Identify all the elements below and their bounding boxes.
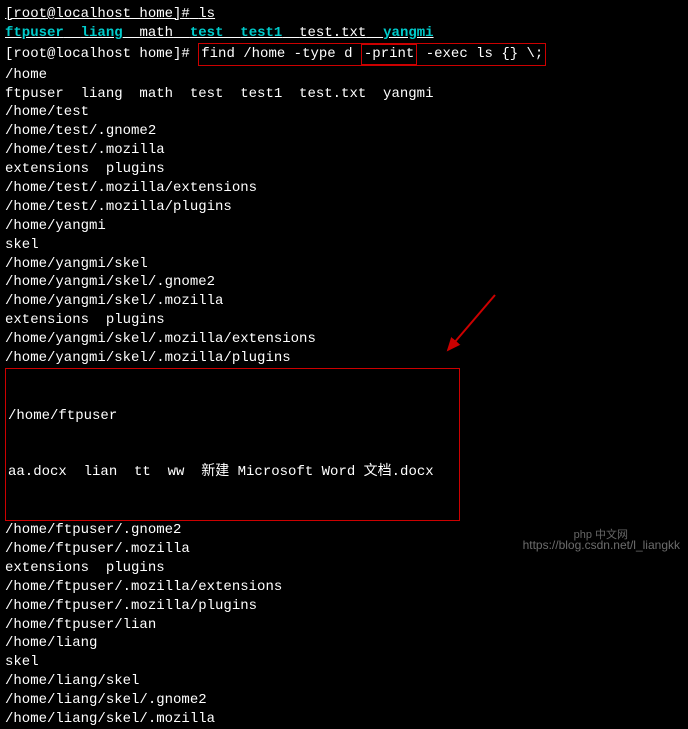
out-line: skel	[5, 236, 683, 255]
out-line: /home/test	[5, 103, 683, 122]
out-line: /home/liang/skel/.gnome2	[5, 691, 683, 710]
out-line: extensions plugins	[5, 311, 683, 330]
prompt-line-1: [root@localhost home]# ls	[5, 5, 683, 24]
file-math: math	[139, 25, 173, 41]
dir-liang: liang	[81, 25, 123, 41]
out-line: /home/liang/skel/.mozilla	[5, 710, 683, 729]
out-line: /home/yangmi/skel/.mozilla	[5, 292, 683, 311]
out-line: /home/test/.mozilla/extensions	[5, 179, 683, 198]
out-line: /home/liang/skel	[5, 672, 683, 691]
out-line: /home/ftpuser	[8, 407, 457, 426]
highlight-box-ftpuser: /home/ftpuser aa.docx lian tt ww 新建 Micr…	[5, 368, 460, 521]
ls-output: ftpuser liang math test test1 test.txt y…	[5, 24, 683, 43]
prompt-line-2: [root@localhost home]# find /home -type …	[5, 43, 683, 66]
highlight-box-cmd: find /home -type d -print -exec ls {} \;	[198, 43, 546, 66]
out-line: /home/yangmi/skel/.mozilla/extensions	[5, 330, 683, 349]
out-line: /home/yangmi/skel/.mozilla/plugins	[5, 349, 683, 368]
out-line: ftpuser liang math test test1 test.txt y…	[5, 85, 683, 104]
highlight-box-print: -print	[361, 44, 417, 65]
out-line: /home/yangmi	[5, 217, 683, 236]
file-testtxt: test.txt	[299, 25, 366, 41]
out-line: /home/ftpuser/lian	[5, 616, 683, 635]
cmd-ls: ls	[198, 6, 215, 22]
dir-ftpuser: ftpuser	[5, 25, 64, 41]
out-line: extensions plugins	[5, 160, 683, 179]
out-line: /home/yangmi/skel	[5, 255, 683, 274]
dir-yangmi: yangmi	[383, 25, 433, 41]
out-line: /home/ftpuser/.mozilla/extensions	[5, 578, 683, 597]
out-line: /home/test/.mozilla/plugins	[5, 198, 683, 217]
out-line: /home	[5, 66, 683, 85]
out-line: /home/test/.gnome2	[5, 122, 683, 141]
dir-test: test	[190, 25, 224, 41]
out-line: extensions plugins	[5, 559, 683, 578]
out-line: /home/liang	[5, 634, 683, 653]
dir-test1: test1	[240, 25, 282, 41]
terminal[interactable]: [root@localhost home]# ls ftpuser liang …	[5, 5, 683, 729]
prompt-user: [root@localhost home]#	[5, 6, 190, 22]
watermark-url: https://blog.csdn.net/l_liangkk	[523, 537, 680, 553]
out-line: /home/test/.mozilla	[5, 141, 683, 160]
out-line: aa.docx lian tt ww 新建 Microsoft Word 文档.…	[8, 463, 457, 482]
out-line: skel	[5, 653, 683, 672]
out-line: /home/ftpuser/.mozilla/plugins	[5, 597, 683, 616]
out-line: /home/yangmi/skel/.gnome2	[5, 273, 683, 292]
prompt-user-2: [root@localhost home]#	[5, 46, 190, 62]
